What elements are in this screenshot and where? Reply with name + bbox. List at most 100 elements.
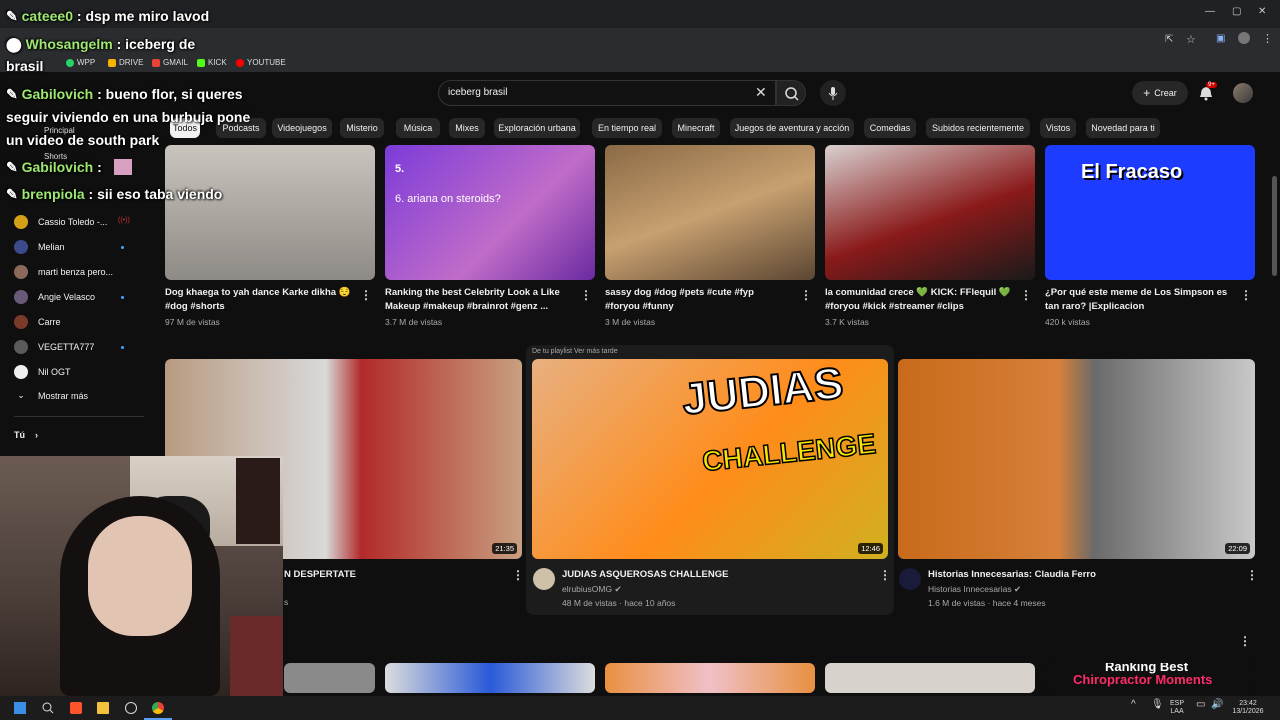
chip-misterio[interactable]: Misterio bbox=[340, 118, 384, 138]
video-meta: 3.7 M de vistas bbox=[385, 317, 443, 327]
live-icon: ((•)) bbox=[118, 217, 130, 224]
minimize-icon[interactable]: — bbox=[1205, 6, 1215, 17]
chip-recientes[interactable]: Subidos recientemente bbox=[926, 118, 1030, 138]
sidebar-item-label: Angie Velasco bbox=[38, 292, 96, 302]
clock[interactable]: 23:42 13/1/2026 bbox=[1228, 700, 1268, 716]
avatar[interactable] bbox=[1233, 83, 1253, 103]
microphone-icon[interactable]: 🎙 bbox=[1151, 700, 1164, 710]
sidebar-item-you[interactable]: Tú › bbox=[14, 430, 38, 440]
sidebar-sub-vegetta[interactable]: VEGETTA777 bbox=[14, 340, 94, 354]
chip-comedias[interactable]: Comedias bbox=[864, 118, 916, 138]
video-title[interactable]: sassy dog #dog #pets #cute #fyp #foryou #… bbox=[605, 286, 754, 314]
video-thumbnail[interactable] bbox=[284, 663, 375, 693]
sidebar-item-label: Mostrar más bbox=[38, 390, 89, 401]
sidebar-sub-nil[interactable]: Nil OGT bbox=[14, 365, 71, 379]
voice-search-button[interactable] bbox=[820, 80, 846, 106]
video-title[interactable]: Dog khaega to yah dance Karke dikha 😌 #do… bbox=[165, 286, 351, 314]
video-title[interactable]: Ranking the best Celebrity Look a Like Ma… bbox=[385, 286, 560, 314]
video-thumbnail[interactable]: 22:09 bbox=[898, 359, 1255, 559]
video-thumbnail[interactable] bbox=[825, 145, 1035, 280]
tray-chevron-icon[interactable]: ^ bbox=[1131, 700, 1136, 710]
bookmark-drive[interactable]: DRIVE bbox=[108, 58, 143, 67]
playlist-label: De tu playlist Ver más tarde bbox=[532, 348, 618, 355]
channel-name[interactable]: s bbox=[284, 597, 288, 607]
bookmark-wpp[interactable]: WPP bbox=[66, 58, 95, 67]
sidebar-item-label: Melian bbox=[38, 242, 65, 252]
search-input[interactable]: iceberg brasil bbox=[438, 80, 776, 106]
chip-aventura[interactable]: Juegos de aventura y acción bbox=[730, 118, 854, 138]
bookmark-kick[interactable]: KICK bbox=[197, 58, 227, 67]
video-thumbnail[interactable] bbox=[385, 663, 595, 693]
more-options-icon[interactable]: ⋮ bbox=[800, 288, 812, 302]
share-icon[interactable]: ⇱ bbox=[1165, 34, 1173, 45]
channel-avatar[interactable] bbox=[533, 568, 555, 590]
chip-videojuegos[interactable]: Videojuegos bbox=[272, 118, 332, 138]
close-window-icon[interactable]: ✕ bbox=[1258, 6, 1266, 17]
video-title[interactable]: JUDIAS ASQUEROSAS CHALLENGE bbox=[562, 568, 728, 582]
bookmark-youtube[interactable]: YOUTUBE bbox=[236, 58, 286, 67]
more-options-icon[interactable]: ⋮ bbox=[1240, 288, 1252, 302]
video-thumbnail[interactable] bbox=[605, 145, 815, 280]
channel-avatar bbox=[14, 290, 28, 304]
bookmark-gmail[interactable]: GMAIL bbox=[152, 58, 188, 67]
search-icon[interactable] bbox=[42, 702, 54, 714]
create-button[interactable]: + Crear bbox=[1132, 81, 1188, 105]
video-thumbnail[interactable] bbox=[165, 145, 375, 280]
volume-icon[interactable]: 🔊 bbox=[1211, 700, 1223, 710]
channel-name[interactable]: Historias Innecesarias ✔ bbox=[928, 584, 1021, 595]
video-thumbnail[interactable]: Ranking Best Chiropractor Moments bbox=[1045, 663, 1255, 693]
network-icon[interactable]: ▭ bbox=[1196, 700, 1205, 710]
profile-icon[interactable] bbox=[1238, 32, 1250, 44]
sidebar-sub-marti[interactable]: marti benza pero... bbox=[14, 265, 113, 279]
taskbar: ^ 🎙 ESP LAA ▭ 🔊 23:42 13/1/2026 bbox=[0, 696, 1280, 720]
more-options-icon[interactable]: ⋮ bbox=[580, 288, 592, 302]
video-title[interactable]: Historias Innecesarias: Claudia Ferro bbox=[928, 568, 1096, 582]
search-value: iceberg brasil bbox=[448, 87, 508, 98]
sidebar-sub-angie[interactable]: Angie Velasco bbox=[14, 290, 95, 304]
video-title[interactable]: N DESPERTATE bbox=[284, 568, 356, 582]
chat-badge-icon: ✎ bbox=[6, 159, 22, 175]
chrome-icon[interactable] bbox=[152, 702, 164, 714]
chip-mixes[interactable]: Mixes bbox=[449, 118, 485, 138]
video-thumbnail[interactable] bbox=[825, 663, 1035, 693]
chip-exploracion[interactable]: Exploración urbana bbox=[494, 118, 580, 138]
sidebar-sub-melian[interactable]: Melian bbox=[14, 240, 65, 254]
bookmark-star-icon[interactable]: ☆ bbox=[1186, 33, 1196, 46]
video-thumbnail[interactable]: El Fracaso bbox=[1045, 145, 1255, 280]
chip-minecraft[interactable]: Minecraft bbox=[672, 118, 720, 138]
chip-novedad[interactable]: Novedad para ti bbox=[1086, 118, 1160, 138]
more-options-icon[interactable]: ⋮ bbox=[879, 568, 891, 582]
video-thumbnail[interactable]: JUDIAS CHALLENGE 12:46 bbox=[532, 359, 888, 559]
more-options-icon[interactable]: ⋮ bbox=[1020, 288, 1032, 302]
sidebar-show-more[interactable]: ⌄ Mostrar más bbox=[14, 390, 88, 401]
search-button[interactable] bbox=[776, 80, 806, 106]
more-options-icon[interactable]: ⋮ bbox=[360, 288, 372, 302]
chip-vistos[interactable]: Vistos bbox=[1040, 118, 1076, 138]
more-options-icon[interactable]: ⋮ bbox=[1239, 634, 1251, 648]
file-explorer-icon[interactable] bbox=[97, 702, 109, 714]
chip-tiempo-real[interactable]: En tiempo real bbox=[592, 118, 662, 138]
sidebar-sub-cassio[interactable]: Cassio Toledo -... bbox=[14, 215, 107, 229]
brave-browser-icon[interactable] bbox=[70, 702, 82, 714]
thumbnail-overlay-text: CHALLENGE bbox=[700, 427, 878, 478]
menu-dots-icon[interactable]: ⋮ bbox=[1262, 32, 1273, 45]
video-title[interactable]: ¿Por qué este meme de Los Simpson es tan … bbox=[1045, 286, 1227, 314]
language-indicator[interactable]: ESP LAA bbox=[1170, 700, 1184, 716]
extension-icon[interactable]: ▣ bbox=[1216, 33, 1225, 44]
channel-name[interactable]: elrubiusOMG ✔ bbox=[562, 584, 622, 595]
settings-icon[interactable] bbox=[125, 702, 137, 714]
chip-musica[interactable]: Música bbox=[396, 118, 440, 138]
windows-start-icon[interactable] bbox=[14, 702, 26, 714]
more-options-icon[interactable]: ⋮ bbox=[512, 568, 524, 582]
bookmark-label: WPP bbox=[77, 58, 96, 67]
video-title[interactable]: la comunidad crece 💚 KICK: FFlequil 💚 #fo… bbox=[825, 286, 1011, 314]
video-thumbnail[interactable]: 5. 6. ariana on steroids? bbox=[385, 145, 595, 280]
clear-search-icon[interactable]: ✕ bbox=[755, 84, 767, 101]
video-thumbnail[interactable] bbox=[605, 663, 815, 693]
channel-avatar[interactable] bbox=[899, 568, 921, 590]
more-options-icon[interactable]: ⋮ bbox=[1246, 568, 1258, 582]
sidebar-sub-carre[interactable]: Carre bbox=[14, 315, 61, 329]
maximize-icon[interactable]: ▢ bbox=[1232, 6, 1241, 17]
scrollbar-thumb[interactable] bbox=[1272, 176, 1277, 276]
bookmark-label: DRIVE bbox=[119, 58, 144, 67]
